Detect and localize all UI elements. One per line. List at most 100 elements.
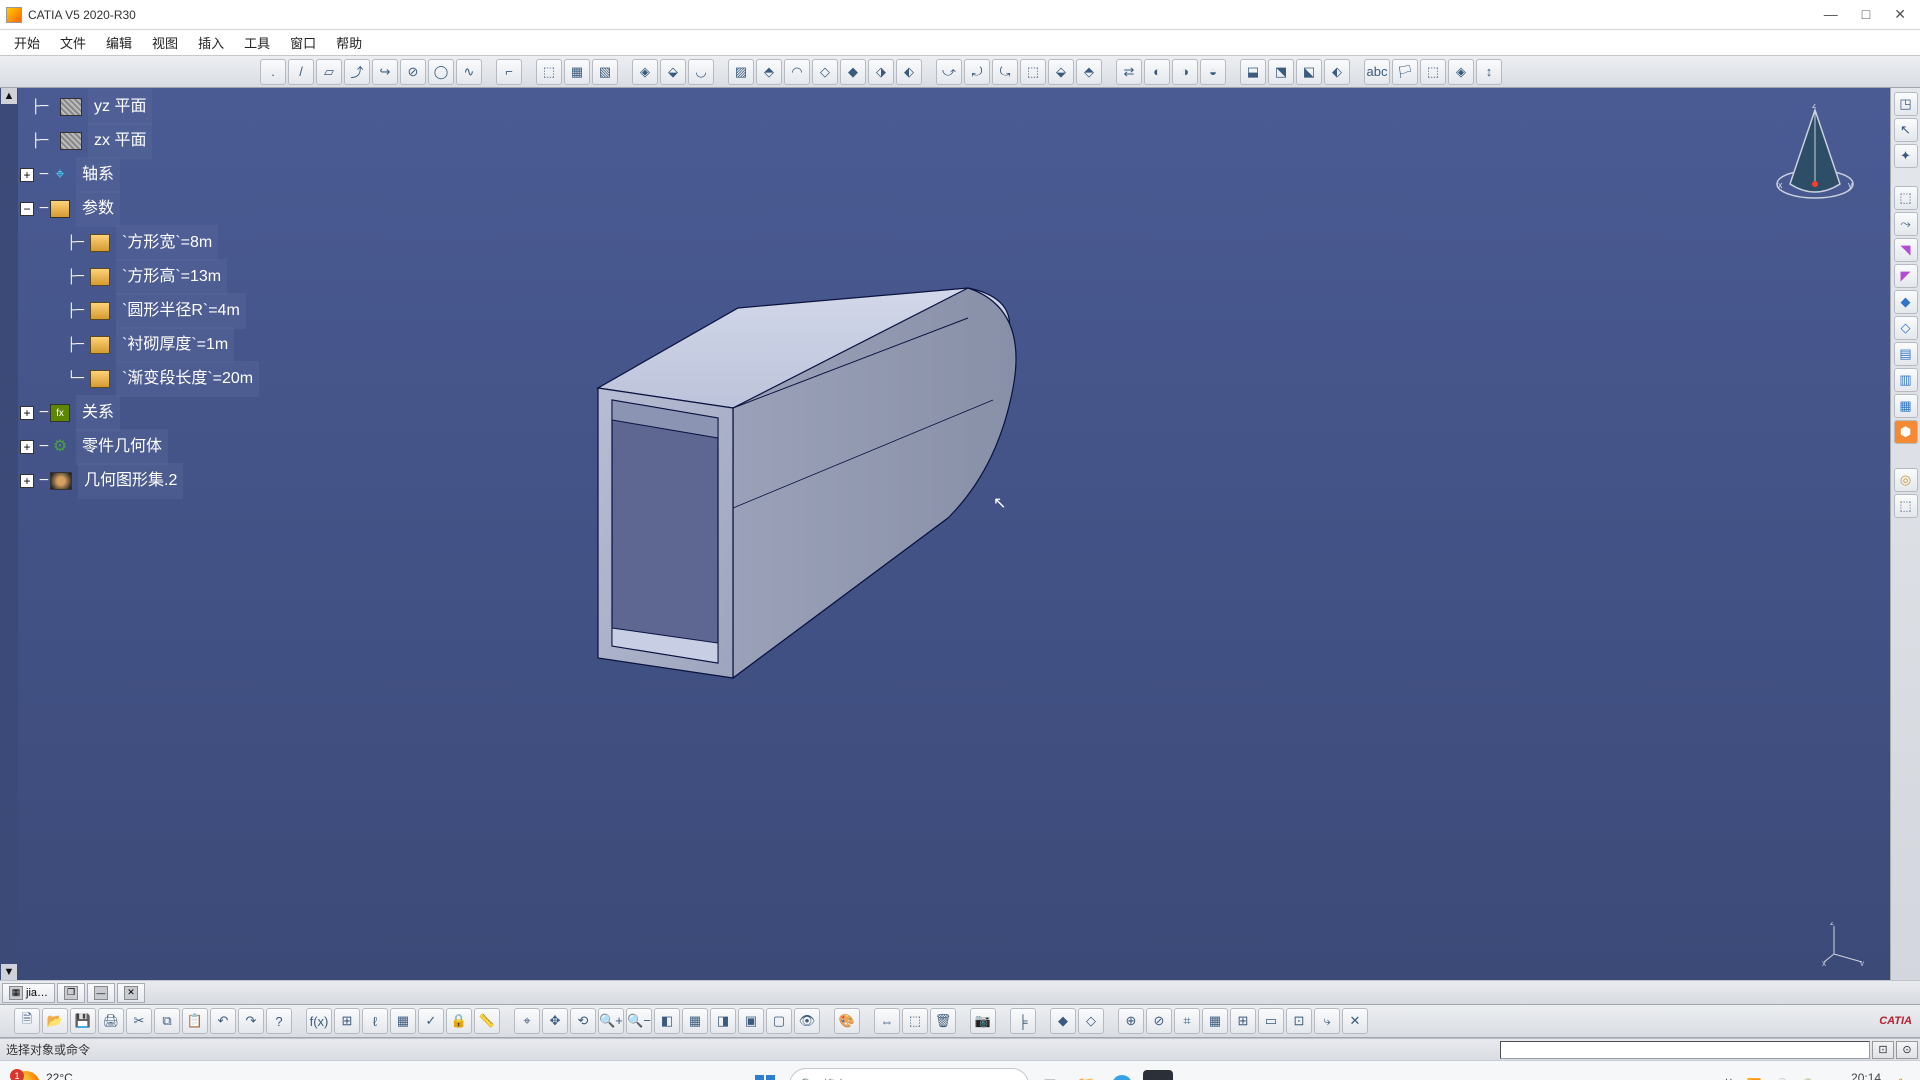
camera-icon[interactable]: 📷: [970, 1008, 996, 1034]
status-input[interactable]: [1500, 1041, 1870, 1059]
side-thick-icon[interactable]: ◤: [1894, 264, 1918, 288]
taskview-icon[interactable]: ⊞: [1035, 1070, 1065, 1080]
side-tool-3-icon[interactable]: ✦: [1894, 144, 1918, 168]
law-icon[interactable]: ℓ: [362, 1008, 388, 1034]
tree-axis-system[interactable]: + ─⌖ 轴系: [20, 158, 259, 192]
catia-taskbar-icon[interactable]: ◆: [1143, 1070, 1173, 1080]
sys3-icon[interactable]: ⌗: [1174, 1008, 1200, 1034]
side-tool-5-icon[interactable]: ⤳: [1894, 212, 1918, 236]
tree-scroll-down-icon[interactable]: ▼: [1, 964, 17, 980]
tool-s9-icon[interactable]: ⬗: [868, 59, 894, 85]
expand-plus-icon[interactable]: +: [20, 474, 34, 488]
side-tool-4-icon[interactable]: ⬚: [1894, 186, 1918, 210]
side-split-icon[interactable]: ▤: [1894, 342, 1918, 366]
tray-clock[interactable]: 20:14 2024/4/27: [1828, 1071, 1881, 1080]
mdi-restore-button[interactable]: ❐: [57, 983, 85, 1003]
tool-surf3-icon[interactable]: ◡: [688, 59, 714, 85]
tree-param-item[interactable]: ├─ `方形高`=13m: [20, 260, 259, 294]
status-btn2[interactable]: ⊙: [1896, 1041, 1918, 1059]
zoom-in-icon[interactable]: 🔍+: [598, 1008, 624, 1034]
menu-tools[interactable]: 工具: [234, 30, 280, 55]
tool-corner-icon[interactable]: ⌐: [496, 59, 522, 85]
tree-part-body[interactable]: + ─⚙ 零件几何体: [20, 430, 259, 464]
tree-scrollbar[interactable]: ▲ ▼: [0, 88, 18, 980]
knowledge-icon[interactable]: ▦: [390, 1008, 416, 1034]
shade-icon[interactable]: ▣: [738, 1008, 764, 1034]
tool-op5-icon[interactable]: ⬙: [1048, 59, 1074, 85]
tool-ex1-icon[interactable]: ⬚: [536, 59, 562, 85]
catalog-icon[interactable]: ◇: [1078, 1008, 1104, 1034]
menu-window[interactable]: 窗口: [280, 30, 326, 55]
mdi-close-button[interactable]: ✕: [117, 983, 145, 1003]
multiview-icon[interactable]: ▦: [682, 1008, 708, 1034]
tool-s8-icon[interactable]: ◆: [840, 59, 866, 85]
explorer-icon[interactable]: 📁: [1071, 1070, 1101, 1080]
axis2-icon[interactable]: ╞: [1010, 1008, 1036, 1034]
tool-s10-icon[interactable]: ⬖: [896, 59, 922, 85]
tool-fl-icon[interactable]: 🏳: [1392, 59, 1418, 85]
tool-s7-icon[interactable]: ◇: [812, 59, 838, 85]
hide-show-icon[interactable]: 👁: [794, 1008, 820, 1034]
sys2-icon[interactable]: ⊘: [1146, 1008, 1172, 1034]
tool-op1-icon[interactable]: ⤻: [936, 59, 962, 85]
design-table-icon[interactable]: ⊞: [334, 1008, 360, 1034]
tool-op6-icon[interactable]: ⬘: [1076, 59, 1102, 85]
side-tool-1-icon[interactable]: ◳: [1894, 92, 1918, 116]
sys8-icon[interactable]: ⤷: [1314, 1008, 1340, 1034]
side-tool-2-icon[interactable]: ↖: [1894, 118, 1918, 142]
tool-s4-icon[interactable]: ▨: [728, 59, 754, 85]
minimize-button[interactable]: —: [1824, 6, 1838, 23]
tree-param-item[interactable]: └─ `渐变段长度`=20m: [20, 362, 259, 396]
tool-spline-icon[interactable]: ∿: [456, 59, 482, 85]
tool-op4-icon[interactable]: ⬚: [1020, 59, 1046, 85]
tool-op3-icon[interactable]: ⤿: [992, 59, 1018, 85]
side-shell-icon[interactable]: ◆: [1894, 290, 1918, 314]
side-draft-icon[interactable]: ◥: [1894, 238, 1918, 262]
tool-point-icon[interactable]: .: [260, 59, 286, 85]
taskbar-search[interactable]: 🔍 搜索 ◑ ▭: [789, 1068, 1029, 1080]
menu-file[interactable]: 文件: [50, 30, 96, 55]
lock-icon[interactable]: 🔒: [446, 1008, 472, 1034]
menu-view[interactable]: 视图: [142, 30, 188, 55]
mdi-min-button[interactable]: —: [87, 983, 115, 1003]
sys4-icon[interactable]: ▦: [1202, 1008, 1228, 1034]
iso-view-icon[interactable]: ◨: [710, 1008, 736, 1034]
help-pointer-icon[interactable]: ?: [266, 1008, 292, 1034]
formula-icon[interactable]: f(x): [306, 1008, 332, 1034]
undo-icon[interactable]: ↶: [210, 1008, 236, 1034]
print-icon[interactable]: 🖨: [98, 1008, 124, 1034]
wire-icon[interactable]: ▢: [766, 1008, 792, 1034]
tree-scroll-up-icon[interactable]: ▲: [1, 88, 17, 104]
close-button[interactable]: ✕: [1894, 6, 1906, 23]
render-icon[interactable]: 🎨: [834, 1008, 860, 1034]
fit-all-icon[interactable]: ⌖: [514, 1008, 540, 1034]
tool-curve-icon[interactable]: ↪: [372, 59, 398, 85]
ruler-icon[interactable]: 📏: [474, 1008, 500, 1034]
edge-icon[interactable]: [1107, 1070, 1137, 1080]
tool-surf2-icon[interactable]: ⬙: [660, 59, 686, 85]
tool-ex3-icon[interactable]: ▧: [592, 59, 618, 85]
open-icon[interactable]: 📂: [42, 1008, 68, 1034]
tool-plane-icon[interactable]: ▱: [316, 59, 342, 85]
tray-ime[interactable]: 英: [1723, 1076, 1735, 1080]
menu-start[interactable]: 开始: [4, 30, 50, 55]
collapse-minus-icon[interactable]: −: [20, 202, 34, 216]
tool-s6-icon[interactable]: ◠: [784, 59, 810, 85]
sys5-icon[interactable]: ⊞: [1230, 1008, 1256, 1034]
menu-edit[interactable]: 编辑: [96, 30, 142, 55]
cut-icon[interactable]: ✂: [126, 1008, 152, 1034]
tool-m1-icon[interactable]: ⬓: [1240, 59, 1266, 85]
model-3d[interactable]: [588, 188, 1148, 708]
mdi-doc-tab[interactable]: ▦ jia…: [2, 983, 55, 1003]
tool-tr2-icon[interactable]: ◐: [1144, 59, 1170, 85]
tool-intersect-icon[interactable]: ⊘: [400, 59, 426, 85]
new-icon[interactable]: 🗎: [14, 1008, 40, 1034]
tool-surf1-icon[interactable]: ◈: [632, 59, 658, 85]
trash-icon[interactable]: 🗑: [930, 1008, 956, 1034]
viewport-3d[interactable]: ├─ yz 平面 ├─ zx 平面 + ─⌖ 轴系 − ─ 参数 ├─ `方形宽…: [18, 88, 1890, 980]
expand-plus-icon[interactable]: +: [20, 440, 34, 454]
normal-view-icon[interactable]: ◧: [654, 1008, 680, 1034]
apply-mat-icon[interactable]: ◆: [1050, 1008, 1076, 1034]
tool-m2-icon[interactable]: ⬔: [1268, 59, 1294, 85]
tool-up-icon[interactable]: ↕: [1476, 59, 1502, 85]
